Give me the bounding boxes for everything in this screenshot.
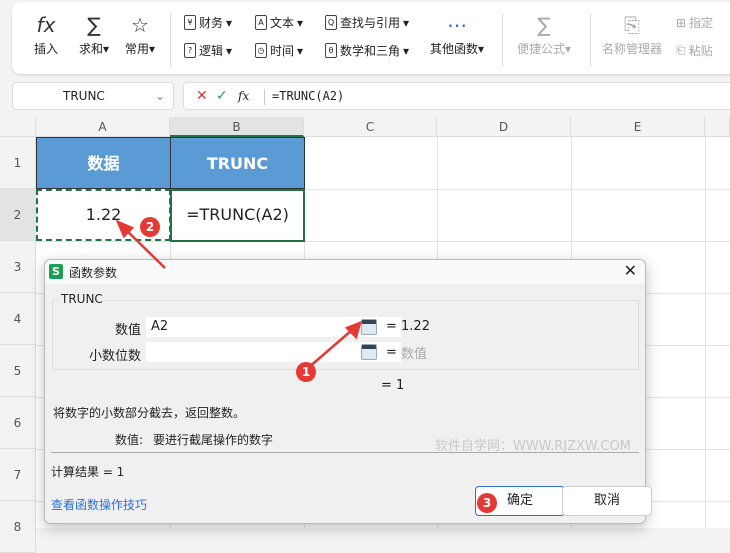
annotation-badge-3: 3 bbox=[477, 493, 497, 513]
annotation-arrows bbox=[115, 219, 362, 369]
arrow-1 bbox=[307, 329, 353, 369]
arrow-1-head bbox=[344, 320, 362, 340]
annotation-badge-2: 2 bbox=[140, 217, 160, 237]
annotation-badge-1: 1 bbox=[296, 362, 316, 382]
